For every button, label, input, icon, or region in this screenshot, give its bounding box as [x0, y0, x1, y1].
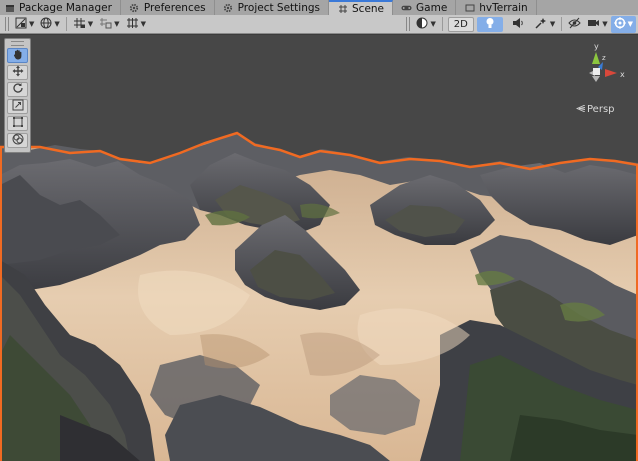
grid-visibility-button[interactable]: ▼ — [123, 16, 149, 33]
gear-icon — [223, 2, 234, 13]
tab-label: Project Settings — [237, 1, 320, 14]
scene-visibility-button[interactable] — [565, 16, 584, 33]
audio-toggle[interactable] — [505, 17, 531, 32]
transform-tool-button[interactable] — [7, 133, 28, 148]
tab-label: hvTerrain — [479, 1, 528, 14]
scene-viewport[interactable] — [0, 35, 638, 461]
hand-tool-button[interactable] — [7, 48, 28, 63]
chevron-down-icon: ▼ — [627, 20, 633, 28]
gizmo-y-label: y — [594, 42, 599, 51]
toolbar-grip[interactable] — [5, 17, 9, 31]
tab-package-manager[interactable]: Package Manager — [0, 0, 121, 15]
scale-tool-button[interactable] — [7, 99, 28, 114]
gizmo-x-label: x — [620, 70, 625, 79]
snap-grid-icon — [73, 17, 86, 32]
scene-grid-icon — [337, 3, 348, 14]
gamepad-icon — [401, 2, 412, 13]
chevron-down-icon: ▼ — [87, 20, 94, 28]
grid-snap-button[interactable]: ▼ — [70, 16, 96, 33]
chevron-down-icon: ▼ — [140, 20, 146, 28]
toolbar-separator — [561, 17, 563, 31]
effects-icon — [535, 17, 548, 32]
audio-icon — [512, 17, 524, 32]
move-tool-button[interactable] — [7, 65, 28, 80]
hand-tool-icon — [12, 48, 24, 63]
move-tool-icon — [12, 65, 24, 80]
increment-snap-button[interactable]: ▼ — [96, 16, 122, 33]
gear-icon — [129, 2, 140, 13]
tab-label: Preferences — [143, 1, 206, 14]
tab-preferences[interactable]: Preferences — [121, 0, 215, 15]
projection-toggle[interactable]: Persp — [575, 104, 615, 115]
chevron-down-icon: ▼ — [430, 20, 436, 28]
perspective-icon — [575, 104, 586, 115]
tab-label: Game — [416, 1, 448, 14]
rotate-tool-button[interactable] — [7, 82, 28, 97]
visibility-icon — [568, 17, 581, 32]
lighting-icon — [485, 17, 495, 32]
shading-icon — [15, 17, 27, 32]
tab-label: Package Manager — [19, 1, 112, 14]
toolbar-grip[interactable] — [406, 17, 411, 31]
draw-mode-button[interactable]: ▼ — [413, 16, 438, 33]
gizmos-icon — [613, 16, 626, 32]
global-icon — [40, 17, 52, 32]
camera-icon — [587, 17, 600, 32]
tab-hvterrain[interactable]: hvTerrain — [456, 0, 537, 15]
camera-settings-button[interactable]: ▼ — [584, 16, 610, 33]
chevron-down-icon: ▼ — [602, 20, 608, 28]
tab-project-settings[interactable]: Project Settings — [215, 0, 329, 15]
tools-palette — [4, 38, 31, 153]
mode-2d-label: 2D — [453, 18, 468, 30]
draw-mode-icon — [416, 17, 428, 32]
toolbar-separator — [441, 17, 443, 31]
tab-scene[interactable]: Scene — [329, 0, 394, 15]
terrain-render — [0, 131, 638, 461]
lighting-toggle[interactable] — [476, 16, 503, 32]
orientation-gizmo[interactable]: y z x — [569, 42, 631, 90]
projection-label: Persp — [587, 104, 615, 115]
gizmos-button[interactable]: ▼ — [610, 15, 636, 33]
tab-label: Scene — [352, 2, 385, 15]
grid-icon — [126, 17, 139, 32]
chevron-down-icon: ▼ — [54, 20, 60, 28]
window-icon — [464, 2, 475, 13]
axis-gizmo-icon: y z x — [589, 42, 625, 82]
effects-button[interactable]: ▼ — [532, 16, 558, 33]
mode-2d-button[interactable]: 2D — [447, 16, 474, 32]
chevron-down-icon: ▼ — [549, 20, 556, 28]
scale-tool-icon — [12, 99, 24, 114]
toolbar-separator — [65, 17, 67, 31]
package-icon — [4, 2, 15, 13]
rect-tool-icon — [12, 116, 24, 131]
editor-tab-bar: Package Manager Preferences Project Sett… — [0, 0, 638, 15]
transform-tool-icon — [12, 133, 24, 148]
shading-button[interactable]: ▼ — [12, 16, 37, 33]
rotate-tool-icon — [12, 82, 24, 97]
global-local-button[interactable]: ▼ — [37, 16, 62, 33]
chevron-down-icon: ▼ — [114, 20, 120, 28]
gizmo-z-label: z — [602, 54, 606, 62]
rect-tool-button[interactable] — [7, 116, 28, 131]
palette-drag-handle[interactable] — [11, 41, 24, 46]
scene-toolbar: ▼ ▼ ▼ ▼ ▼ ▼ 2D ▼ ▼ ▼ — [0, 15, 638, 34]
chevron-down-icon: ▼ — [29, 20, 35, 28]
tab-game[interactable]: Game — [393, 0, 457, 15]
increment-snap-icon — [99, 17, 112, 32]
